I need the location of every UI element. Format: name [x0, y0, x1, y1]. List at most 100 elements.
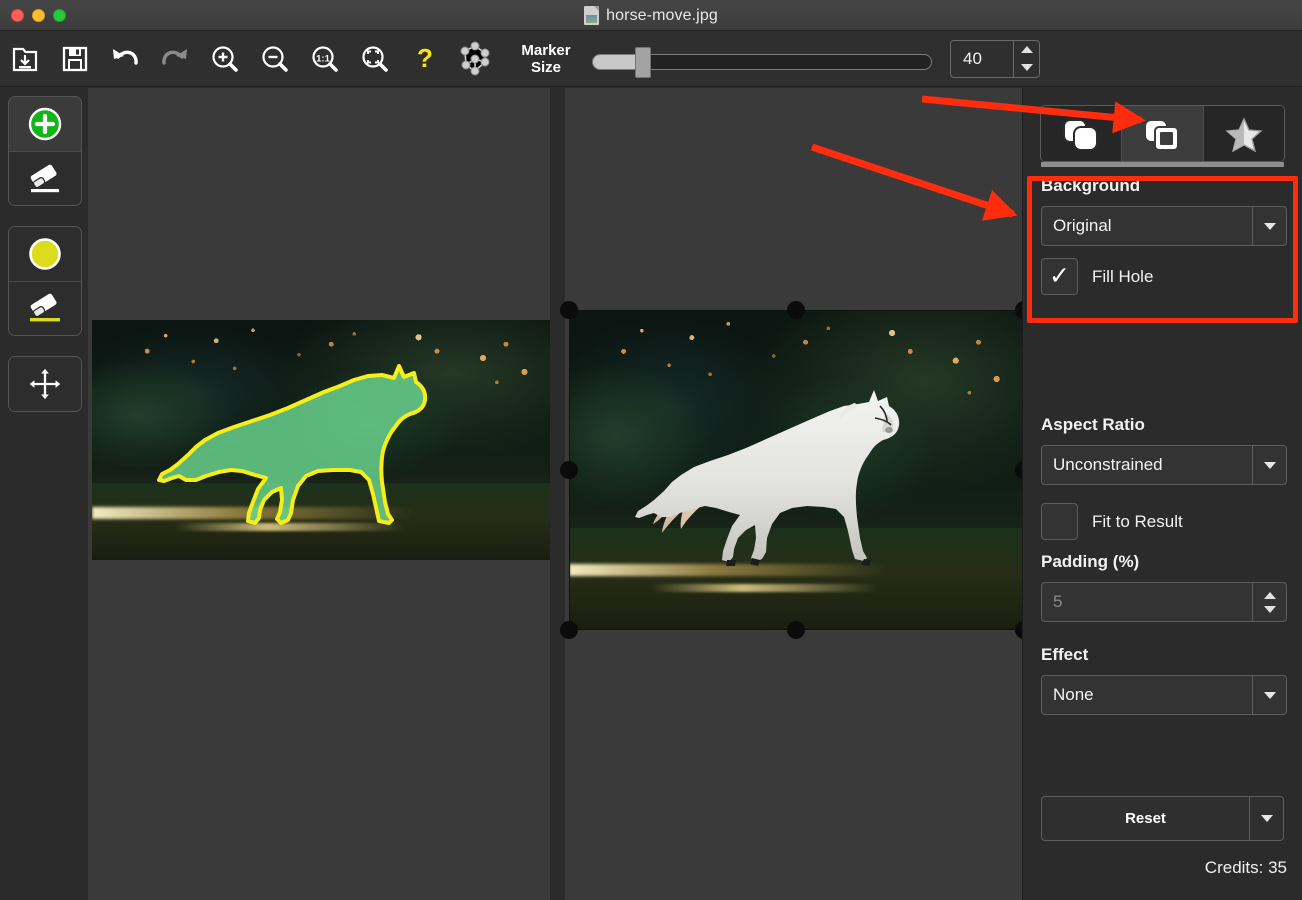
canvas-area [88, 88, 1022, 900]
fit-to-result-checkbox[interactable] [1041, 503, 1078, 540]
marker-size-label-line1: Marker [510, 42, 582, 59]
result-image[interactable] [569, 310, 1024, 630]
slider-fill [593, 55, 639, 69]
selection-handle-bottom-center[interactable] [787, 621, 805, 639]
aspect-ratio-select-arrow[interactable] [1252, 446, 1286, 484]
redo-arrow-icon [159, 44, 191, 74]
foreground-tool-group [8, 96, 82, 206]
background-marker-tool[interactable] [9, 227, 81, 281]
open-file-button[interactable] [0, 36, 50, 82]
main-toolbar: 1:1 ? [0, 31, 1302, 87]
marker-size-stepper[interactable]: 40 [950, 40, 1040, 78]
effect-section: Effect None [1041, 645, 1287, 715]
selection-handle-top-left[interactable] [560, 301, 578, 319]
navigation-tool-group [8, 356, 82, 412]
tab-effects[interactable] [1203, 106, 1284, 161]
eraser-yellow-icon [24, 292, 66, 326]
window-title: horse-move.jpg [606, 7, 718, 25]
aspect-ratio-select-value: Unconstrained [1042, 446, 1252, 484]
panel-tab-bar [1040, 105, 1285, 162]
aspect-ratio-section: Aspect Ratio Unconstrained [1041, 415, 1287, 485]
tool-rail [8, 96, 82, 432]
zoom-in-button[interactable] [200, 36, 250, 82]
reset-button[interactable]: Reset [1042, 797, 1249, 840]
background-section-highlight [1027, 176, 1298, 323]
four-way-arrow-icon [27, 366, 63, 402]
result-horse-subject [569, 310, 1024, 630]
svg-text:1:1: 1:1 [316, 53, 330, 64]
folder-download-icon [10, 44, 40, 74]
eraser-white-icon [24, 162, 66, 196]
effect-select-arrow[interactable] [1252, 676, 1286, 714]
padding-section: Padding (%) 5 [1041, 552, 1287, 622]
padding-stepper[interactable]: 5 [1041, 582, 1287, 622]
stepper-up-icon[interactable] [1021, 46, 1033, 53]
save-button[interactable] [50, 36, 100, 82]
source-image-pane[interactable] [88, 88, 550, 900]
horse-mask-overlay [92, 320, 552, 560]
background-tool-group [8, 226, 82, 336]
image-document-icon [584, 6, 599, 25]
undo-arrow-icon [109, 44, 141, 74]
padding-stepper-buttons[interactable] [1252, 583, 1286, 621]
neural-network-icon [456, 40, 494, 78]
selection-handle-mid-left[interactable] [560, 461, 578, 479]
zoom-fit-button[interactable] [350, 36, 400, 82]
effect-select-value: None [1042, 676, 1252, 714]
slider-handle[interactable] [635, 47, 651, 78]
pan-move-tool[interactable] [9, 357, 81, 411]
question-mark-icon: ? [411, 44, 439, 74]
marker-size-stepper-buttons[interactable] [1013, 41, 1039, 77]
padding-label: Padding (%) [1041, 552, 1287, 572]
magnifier-fit-icon [360, 44, 390, 74]
marker-size-slider[interactable] [592, 45, 932, 73]
green-plus-circle-icon [28, 107, 62, 141]
yellow-circle-icon [28, 237, 62, 271]
magnifier-plus-icon [210, 44, 240, 74]
add-foreground-tool[interactable] [9, 97, 81, 151]
chevron-down-icon [1261, 815, 1273, 822]
fit-to-result-label: Fit to Result [1092, 512, 1183, 532]
floppy-save-icon [61, 45, 89, 73]
reset-dropdown-arrow[interactable] [1249, 797, 1283, 840]
stepper-down-icon[interactable] [1264, 606, 1276, 613]
erase-foreground-tool[interactable] [9, 151, 81, 205]
stepper-up-icon[interactable] [1264, 592, 1276, 599]
selection-handle-top-center[interactable] [787, 301, 805, 319]
tab-layers[interactable] [1041, 106, 1121, 161]
undo-button[interactable] [100, 36, 150, 82]
result-image-pane[interactable] [565, 88, 1022, 900]
effect-label: Effect [1041, 645, 1287, 665]
effect-select[interactable]: None [1041, 675, 1287, 715]
marker-size-label-line2: Size [510, 59, 582, 76]
window-title-group: horse-move.jpg [0, 0, 1302, 31]
marker-size-label: Marker Size [510, 42, 582, 76]
zoom-out-button[interactable] [250, 36, 300, 82]
credits-label: Credits: 35 [1205, 858, 1287, 878]
model-button[interactable] [450, 36, 500, 82]
magnifier-minus-icon [260, 44, 290, 74]
stepper-down-icon[interactable] [1021, 64, 1033, 71]
tab-selection-underline [1041, 162, 1284, 167]
chevron-down-icon [1264, 462, 1276, 469]
source-image[interactable] [92, 320, 552, 560]
magnifier-1to1-icon: 1:1 [310, 44, 340, 74]
tab-background[interactable] [1121, 106, 1202, 161]
chevron-down-icon [1264, 692, 1276, 699]
fit-to-result-row[interactable]: Fit to Result [1041, 503, 1287, 540]
window-titlebar: horse-move.jpg [0, 0, 1302, 31]
copy-filled-icon [1060, 116, 1102, 152]
copy-outline-icon [1141, 116, 1183, 152]
marker-size-value[interactable]: 40 [951, 41, 1013, 77]
aspect-ratio-label: Aspect Ratio [1041, 415, 1287, 435]
redo-button[interactable] [150, 36, 200, 82]
selection-handle-bottom-left[interactable] [560, 621, 578, 639]
erase-background-tool[interactable] [9, 281, 81, 335]
aspect-ratio-select[interactable]: Unconstrained [1041, 445, 1287, 485]
svg-text:?: ? [417, 44, 433, 73]
reset-button-group[interactable]: Reset [1041, 796, 1284, 841]
help-button[interactable]: ? [400, 36, 450, 82]
zoom-actual-button[interactable]: 1:1 [300, 36, 350, 82]
padding-value[interactable]: 5 [1042, 583, 1252, 621]
pane-splitter[interactable] [550, 88, 565, 900]
